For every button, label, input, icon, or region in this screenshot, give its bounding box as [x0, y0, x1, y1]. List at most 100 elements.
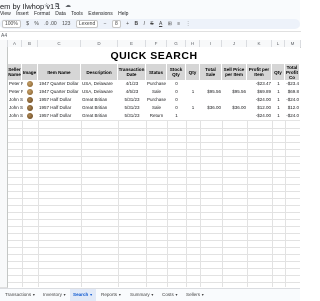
item-name: 1957 Half Dollar [39, 105, 72, 110]
total-profit: $69.8 [287, 89, 299, 94]
header-image[interactable]: Image [22, 64, 38, 80]
quick-search-banner: QUICK SEARCH [8, 47, 300, 64]
menu-view[interactable]: View [0, 11, 11, 17]
borders-icon[interactable]: ⊞ [168, 19, 172, 29]
tab-label: Inventory [43, 292, 62, 297]
column-gridline [118, 121, 119, 287]
column-gridline [200, 121, 201, 287]
percent-button[interactable]: % [34, 19, 38, 29]
sell-price [222, 112, 247, 120]
coin-image [27, 81, 33, 87]
header-sell-price[interactable]: Sell Price per Item [222, 64, 247, 80]
stock-qty: 0 [175, 97, 178, 102]
qty [186, 96, 200, 104]
zoom-select[interactable]: 100% [2, 20, 21, 28]
menu-tools[interactable]: Tools [71, 11, 83, 17]
tab-reports[interactable]: Reports▼ [98, 289, 125, 301]
header-seller-name[interactable]: Seller Name [8, 64, 22, 80]
item-name: 1947 Quarter Dollar [39, 89, 79, 94]
currency-button[interactable]: $ [26, 19, 29, 29]
header-profit-per-item[interactable]: Profit per Item [247, 64, 272, 80]
header-qty-2[interactable]: Qty [272, 64, 285, 80]
column-gridline [222, 121, 223, 287]
strikethrough-button[interactable]: S [150, 19, 153, 29]
total-profit: -$24.0 [286, 97, 299, 102]
header-total-profit[interactable]: Total Profit Co [285, 64, 300, 80]
seller-name: Peter Pan [9, 81, 23, 86]
column-gridline [146, 121, 147, 287]
header-status[interactable]: Status [146, 64, 167, 80]
description: Great Britian [82, 97, 108, 102]
menu-extensions[interactable]: Extensions [88, 11, 112, 17]
more-icon[interactable]: ⋮ [186, 19, 191, 29]
seller-name: John Smit [9, 105, 23, 110]
tab-label: Search [73, 292, 89, 297]
tab-costs[interactable]: Costs▼ [159, 289, 181, 301]
menu-help[interactable]: Help [118, 11, 128, 17]
tab-summary[interactable]: Summary▼ [127, 289, 157, 301]
font-increase-button[interactable]: + [126, 19, 129, 29]
status: Purchase [146, 81, 166, 86]
qty [186, 112, 200, 120]
tab-transactions[interactable]: Transactions▼ [2, 289, 39, 301]
italic-button[interactable]: I [143, 19, 144, 29]
header-total-sale[interactable]: Total Sale [200, 64, 222, 80]
header-stock-qty[interactable]: Stock Qty [167, 64, 186, 80]
font-decrease-button[interactable]: − [104, 19, 107, 29]
number-format-button[interactable]: 123 [62, 19, 70, 29]
tab-sellers[interactable]: Sellers▼ [183, 289, 208, 301]
status: Sale [151, 105, 161, 110]
qty-2: 1 [277, 113, 280, 118]
decimals-button[interactable]: .0 .00 [44, 19, 57, 29]
transaction-date: 5/31/23 [124, 113, 140, 118]
row-header-column[interactable] [0, 47, 8, 288]
font-select[interactable]: Lexend [75, 20, 99, 28]
seller-name: John Smit [9, 97, 23, 102]
tab-label: Reports [101, 292, 118, 297]
text-color-button[interactable]: A [159, 19, 162, 29]
column-gridline [247, 121, 248, 287]
header-item-name[interactable]: Item Name [38, 64, 81, 80]
header-qty[interactable]: Qty [186, 64, 200, 80]
item-name: 1957 Half Dollar [39, 97, 72, 102]
align-icon[interactable]: ≡ [177, 19, 180, 29]
transaction-date: 4/5/23 [125, 89, 139, 94]
item-name: 1947 Quarter Dollar [39, 81, 79, 86]
title-icons[interactable]: ☆ ⧉ ☁ [44, 2, 73, 10]
total-profit: $12.0 [287, 105, 299, 110]
table-header-row: Seller Name Image Item Name Description … [8, 64, 300, 80]
header-transaction-date[interactable]: Transaction Date [118, 64, 146, 80]
name-box[interactable]: A4 [1, 33, 7, 39]
tab-label: Transactions [5, 292, 32, 297]
seller-name: Peter Pan [9, 89, 23, 94]
sell-price: $36.00 [232, 105, 246, 110]
qty-2: 1 [277, 89, 280, 94]
menu-data[interactable]: Data [55, 11, 66, 17]
tab-inventory[interactable]: Inventory▼ [40, 289, 69, 301]
stock-qty: 0 [175, 81, 178, 86]
sell-price [222, 80, 247, 88]
font-size-input[interactable]: 8 [111, 20, 121, 28]
tab-label: Summary [130, 292, 150, 297]
menu-insert[interactable]: Insert [16, 11, 29, 17]
total-sale [200, 112, 222, 120]
menu-format[interactable]: Format [34, 11, 50, 17]
total-sale: $36.00 [207, 105, 221, 110]
chevron-down-icon: ▼ [118, 293, 122, 297]
tab-search[interactable]: Search▼ [70, 289, 96, 301]
profit-per-item: -$24.00 [255, 97, 271, 102]
description: Great Britian [82, 105, 108, 110]
tab-label: Sellers [186, 292, 201, 297]
status: Sale [151, 89, 161, 94]
chevron-down-icon: ▼ [150, 293, 155, 297]
column-gridline [272, 121, 273, 287]
bold-button[interactable]: B [134, 19, 138, 29]
header-description[interactable]: Description [81, 64, 118, 80]
coin-image [27, 113, 33, 119]
table-row[interactable]: John Smit 1957 Half Dollar Great Britian… [8, 112, 300, 121]
qty-2: 1 [277, 97, 280, 102]
qty-2: 1 [277, 105, 280, 110]
stock-qty: 1 [175, 113, 178, 118]
profit-per-item: -$24.00 [255, 113, 271, 118]
total-sale [200, 80, 222, 88]
